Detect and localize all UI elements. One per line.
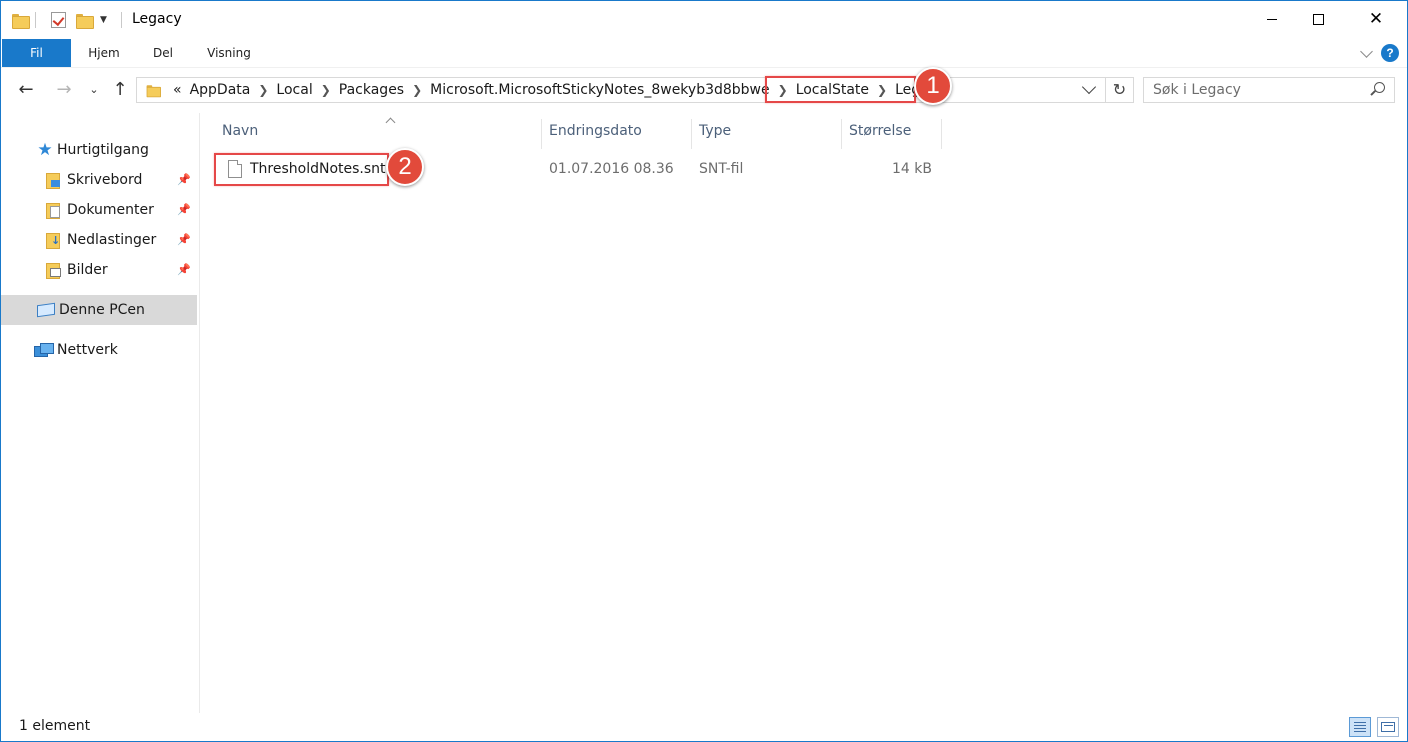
- pin-icon[interactable]: 📌: [177, 263, 191, 276]
- details-view-icon: [1354, 722, 1366, 732]
- pin-icon[interactable]: 📌: [177, 173, 191, 186]
- network-icon: [34, 343, 54, 357]
- large-icons-view-button[interactable]: [1377, 717, 1399, 737]
- sidebar-item-this-pc[interactable]: Denne PCen: [1, 295, 197, 325]
- sidebar-item-documents[interactable]: Dokumenter 📌: [1, 195, 197, 225]
- sidebar-item-label: Hurtigtilgang: [57, 142, 149, 158]
- navigation-bar: ← → ⌄ ↑ « AppData ❯ Local ❯ Packages ❯ M…: [1, 67, 1407, 113]
- search-box-wrapper: [1143, 77, 1395, 103]
- help-icon[interactable]: ?: [1381, 44, 1399, 62]
- breadcrumb-overflow[interactable]: «: [169, 82, 186, 98]
- sort-ascending-icon: [385, 117, 396, 128]
- column-header-type[interactable]: Type: [692, 119, 842, 149]
- file-date: 01.07.2016 08.36: [549, 161, 674, 177]
- sidebar-item-network[interactable]: Nettverk: [1, 335, 197, 365]
- breadcrumb-packages[interactable]: Packages: [335, 82, 408, 98]
- sidebar-item-pictures[interactable]: Bilder 📌: [1, 255, 197, 285]
- column-header-label: Type: [699, 123, 732, 139]
- sidebar-item-desktop[interactable]: Skrivebord 📌: [1, 165, 197, 195]
- refresh-icon[interactable]: ↻: [1106, 77, 1134, 103]
- sidebar-item-label: Nedlastinger: [67, 232, 157, 248]
- address-bar[interactable]: « AppData ❯ Local ❯ Packages ❯ Microsoft…: [136, 77, 1106, 103]
- minimize-button[interactable]: [1249, 1, 1295, 37]
- sidebar-item-label: Skrivebord: [67, 172, 143, 188]
- pin-icon[interactable]: 📌: [177, 233, 191, 246]
- back-arrow-icon[interactable]: ←: [15, 78, 37, 102]
- sidebar-item-label: Denne PCen: [59, 302, 145, 318]
- file-highlight: [214, 153, 389, 186]
- properties-icon[interactable]: [51, 10, 66, 30]
- maximize-button[interactable]: [1295, 1, 1341, 37]
- tab-hjem[interactable]: Hjem: [79, 39, 129, 67]
- star-icon: ★: [37, 140, 53, 160]
- sidebar-item-label: Nettverk: [57, 342, 118, 358]
- breadcrumb-chevron-icon[interactable]: ❯: [408, 83, 426, 97]
- tab-visning[interactable]: Visning: [199, 39, 259, 67]
- downloads-folder-icon: [45, 232, 61, 249]
- pin-icon[interactable]: 📌: [177, 203, 191, 216]
- column-header-label: Størrelse: [849, 123, 912, 139]
- recent-locations-chevron-icon[interactable]: ⌄: [87, 78, 101, 102]
- sidebar-item-label: Dokumenter: [67, 202, 154, 218]
- minimize-icon: [1267, 18, 1277, 20]
- close-icon: ✕: [1368, 8, 1384, 29]
- annotation-badge-2: 2: [386, 148, 424, 186]
- search-icon[interactable]: [1374, 82, 1385, 93]
- window-folder-icon: [12, 10, 30, 30]
- documents-folder-icon: [45, 202, 61, 219]
- item-count: 1 element: [19, 718, 91, 734]
- sidebar-item-quick-access[interactable]: ★ Hurtigtilgang: [1, 135, 197, 165]
- status-bar: 1 element: [1, 713, 1407, 741]
- sidebar-item-label: Bilder: [67, 262, 108, 278]
- address-folder-icon: [146, 84, 161, 97]
- new-folder-icon[interactable]: [76, 10, 94, 30]
- breadcrumb-stickynotes[interactable]: Microsoft.MicrosoftStickyNotes_8wekyb3d8…: [426, 82, 773, 98]
- maximize-icon: [1312, 13, 1324, 25]
- breadcrumb-chevron-icon[interactable]: ❯: [254, 83, 272, 97]
- file-type: SNT-fil: [699, 161, 744, 177]
- window-title: Legacy: [132, 11, 182, 27]
- large-icons-view-icon: [1381, 722, 1395, 732]
- column-header-size[interactable]: Størrelse: [842, 119, 942, 149]
- title-separator: [121, 10, 122, 30]
- computer-icon: [37, 302, 55, 318]
- expand-ribbon-chevron-icon[interactable]: [1360, 44, 1373, 58]
- annotation-badge-1: 1: [914, 67, 952, 105]
- title-bar: ▼ Legacy ✕: [1, 1, 1407, 39]
- breadcrumb-local[interactable]: Local: [272, 82, 316, 98]
- column-header-label: Navn: [222, 123, 259, 139]
- file-size: 14 kB: [892, 161, 932, 177]
- tab-fil[interactable]: Fil: [2, 39, 71, 67]
- file-list: Navn Endringsdato Type Størrelse Thresho…: [201, 113, 1407, 713]
- explorer-window: ▼ Legacy ✕ Fil Hjem Del Visning ? ← → ⌄ …: [0, 0, 1408, 742]
- close-button[interactable]: ✕: [1353, 1, 1399, 37]
- details-view-button[interactable]: [1349, 717, 1371, 737]
- navigation-pane: ★ Hurtigtilgang Skrivebord 📌 Dokumenter …: [1, 113, 200, 713]
- forward-arrow-icon[interactable]: →: [53, 78, 75, 102]
- tab-del[interactable]: Del: [144, 39, 182, 67]
- column-header-label: Endringsdato: [549, 123, 642, 139]
- sidebar-item-downloads[interactable]: Nedlastinger 📌: [1, 225, 197, 255]
- customize-toolbar-chevron-icon[interactable]: ▼: [100, 10, 107, 30]
- pictures-folder-icon: [45, 262, 61, 279]
- up-arrow-icon[interactable]: ↑: [109, 78, 131, 102]
- ribbon-tabs: Fil Hjem Del Visning ?: [1, 39, 1407, 67]
- quick-access-separator: [35, 10, 36, 30]
- breadcrumb-chevron-icon[interactable]: ❯: [317, 83, 335, 97]
- desktop-folder-icon: [45, 172, 61, 189]
- column-header-name[interactable]: Navn: [215, 117, 542, 149]
- column-header-date[interactable]: Endringsdato: [542, 119, 692, 149]
- breadcrumb-appdata[interactable]: AppData: [186, 82, 255, 98]
- breadcrumb-highlight: [765, 76, 916, 103]
